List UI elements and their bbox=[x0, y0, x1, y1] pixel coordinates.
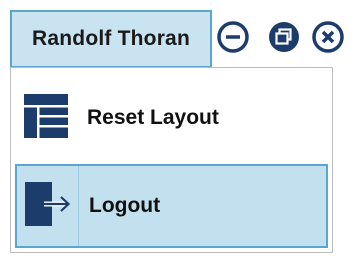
menu-item-label: Logout bbox=[89, 194, 161, 217]
menu-item-logout[interactable]: Logout bbox=[15, 164, 328, 248]
close-button[interactable] bbox=[311, 20, 345, 54]
user-name-label: Randolf Thoran bbox=[32, 27, 190, 50]
menu-item-label: Reset Layout bbox=[87, 106, 219, 129]
logout-icon bbox=[24, 181, 72, 232]
minimize-circle-icon bbox=[216, 20, 250, 54]
restore-circle-icon bbox=[267, 20, 301, 54]
layout-icon bbox=[24, 93, 68, 143]
restore-button[interactable] bbox=[267, 20, 301, 54]
item-icon-cell bbox=[17, 166, 79, 246]
item-icon-cell bbox=[15, 76, 77, 160]
menu-item-reset-layout[interactable]: Reset Layout bbox=[15, 76, 328, 160]
close-circle-icon bbox=[311, 20, 345, 54]
user-dropdown-menu: Reset Layout Logout bbox=[10, 67, 333, 253]
minimize-button[interactable] bbox=[216, 20, 250, 54]
user-account-button[interactable]: Randolf Thoran bbox=[10, 10, 212, 68]
user-menu-root: Randolf Thoran Reset Layout Logout bbox=[0, 0, 354, 257]
